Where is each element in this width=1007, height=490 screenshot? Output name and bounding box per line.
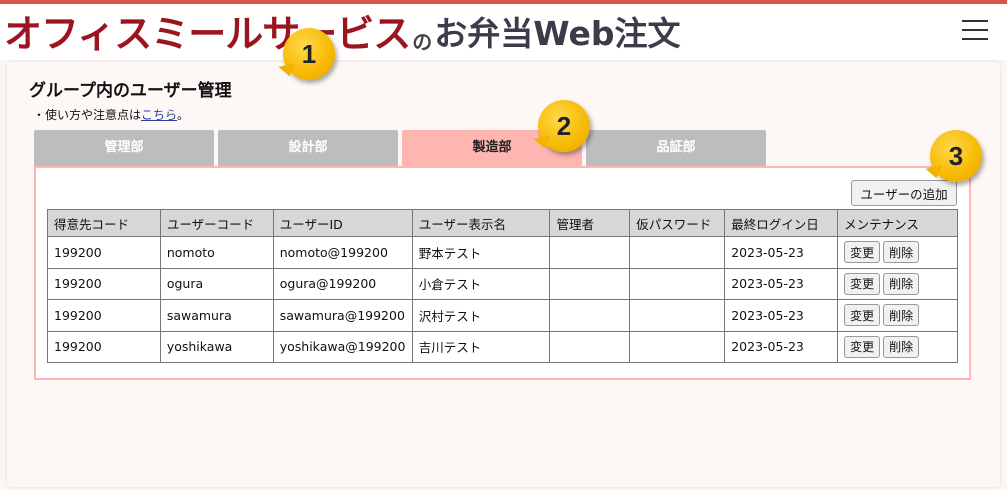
usage-note: ・使い方や注意点はこちら。 (33, 106, 189, 123)
logo-no-text: の (412, 30, 433, 54)
usage-note-prefix: ・使い方や注意点は (33, 108, 142, 122)
cell-admin (549, 299, 631, 332)
table-row: 199200 yoshikawa yoshikawa@199200 吉川テスト … (47, 330, 958, 363)
cell-user-id: ogura@199200 (272, 267, 413, 300)
table-header-row: 得意先コード ユーザーコード ユーザーID ユーザー表示名 管理者 仮パスワード… (47, 209, 958, 237)
tab-sekkei[interactable]: 設計部 (218, 130, 398, 166)
cell-display-name: 吉川テスト (411, 330, 551, 363)
table-row: 199200 ogura ogura@199200 小倉テスト 2023-05-… (47, 267, 958, 300)
cell-user-id: sawamura@199200 (272, 299, 413, 332)
col-header-maintenance: メンテナンス (837, 209, 958, 237)
table-row: 199200 sawamura sawamura@199200 沢村テスト 20… (47, 299, 958, 332)
cell-customer-code: 199200 (47, 299, 161, 332)
col-header-admin: 管理者 (549, 209, 631, 237)
usage-note-suffix: 。 (177, 108, 190, 122)
cell-admin (549, 330, 631, 363)
cell-customer-code: 199200 (47, 236, 161, 269)
cell-last-login: 2023-05-23 (724, 267, 839, 300)
cell-user-code: ogura (159, 267, 274, 300)
col-header-display-name: ユーザー表示名 (411, 209, 551, 237)
cell-display-name: 沢村テスト (411, 299, 551, 332)
cell-last-login: 2023-05-23 (724, 330, 839, 363)
cell-customer-code: 199200 (47, 267, 161, 300)
delete-button[interactable]: 削除 (883, 241, 920, 264)
page-title: グループ内のユーザー管理 (29, 81, 232, 101)
cell-maintenance: 変更 削除 (837, 267, 958, 300)
tab-hinsho[interactable]: 品証部 (586, 130, 766, 166)
hamburger-menu-icon[interactable] (962, 20, 990, 44)
cell-last-login: 2023-05-23 (724, 236, 839, 269)
cell-user-code: yoshikawa (159, 330, 274, 363)
cell-maintenance: 変更 削除 (837, 330, 958, 363)
col-header-customer-code: 得意先コード (47, 209, 161, 237)
cell-last-login: 2023-05-23 (724, 299, 839, 332)
delete-button[interactable]: 削除 (883, 304, 920, 327)
cell-user-code: sawamura (159, 299, 274, 332)
tab-kanri[interactable]: 管理部 (34, 130, 214, 166)
cell-display-name: 野本テスト (411, 236, 551, 269)
cell-admin (549, 236, 631, 269)
edit-button[interactable]: 変更 (844, 241, 881, 264)
site-header: オフィスミールサービス の お弁当Web注文 (0, 4, 1007, 60)
col-header-last-login: 最終ログイン日 (724, 209, 839, 237)
usage-note-link[interactable]: こちら (141, 108, 177, 122)
cell-maintenance: 変更 削除 (837, 236, 958, 269)
callout-badge-2: 2 (538, 100, 590, 152)
table-row: 199200 nomoto nomoto@199200 野本テスト 2023-0… (47, 236, 958, 269)
col-header-user-id: ユーザーID (272, 209, 413, 237)
cell-temp-password (629, 299, 726, 332)
user-table: 得意先コード ユーザーコード ユーザーID ユーザー表示名 管理者 仮パスワード… (47, 209, 958, 363)
logo-service-text: お弁当Web注文 (434, 14, 681, 53)
callout-badge-1: 1 (283, 28, 335, 80)
delete-button[interactable]: 削除 (883, 335, 920, 358)
col-header-temp-password: 仮パスワード (629, 209, 726, 237)
cell-user-id: nomoto@199200 (272, 236, 413, 269)
col-header-user-code: ユーザーコード (159, 209, 274, 237)
cell-maintenance: 変更 削除 (837, 299, 958, 332)
delete-button[interactable]: 削除 (883, 272, 920, 295)
cell-customer-code: 199200 (47, 330, 161, 363)
add-user-button[interactable]: ユーザーの追加 (851, 180, 957, 206)
logo-brand-text: オフィスミールサービス (4, 12, 411, 56)
cell-display-name: 小倉テスト (411, 267, 551, 300)
edit-button[interactable]: 変更 (844, 335, 881, 358)
cell-temp-password (629, 267, 726, 300)
edit-button[interactable]: 変更 (844, 272, 881, 295)
cell-temp-password (629, 330, 726, 363)
cell-temp-password (629, 236, 726, 269)
cell-user-id: yoshikawa@199200 (272, 330, 413, 363)
cell-user-code: nomoto (159, 236, 274, 269)
edit-button[interactable]: 変更 (844, 304, 881, 327)
cell-admin (549, 267, 631, 300)
callout-badge-3: 3 (930, 130, 982, 182)
site-logo[interactable]: オフィスミールサービス の お弁当Web注文 (4, 10, 680, 56)
